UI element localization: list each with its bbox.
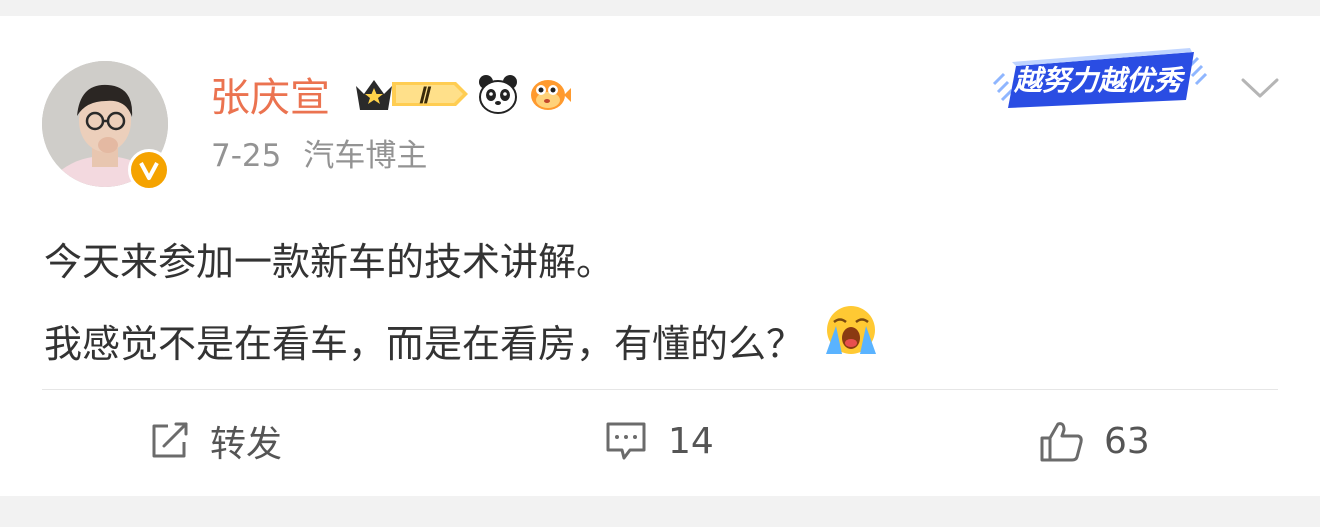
slogan-badge: 越努力越优秀 — [990, 44, 1210, 118]
verified-v-icon — [128, 149, 170, 191]
like-count: 63 — [1104, 420, 1150, 462]
repost-button[interactable]: 转发 — [148, 416, 282, 466]
comment-button[interactable]: 14 — [604, 416, 714, 466]
comment-count: 14 — [668, 420, 714, 462]
crown-level-badge[interactable]: Ⅱ — [352, 72, 470, 120]
pufferfish-icon[interactable] — [526, 72, 572, 120]
author-tag: 汽车博主 — [303, 138, 428, 174]
content-line-1: 今天来参加一款新车的技术讲解。 — [44, 240, 615, 284]
author-name[interactable]: 张庆宣 — [210, 74, 330, 122]
content-line-2: 我感觉不是在看车，而是在看房，有懂的么？ — [44, 321, 805, 366]
post-date: 7-25 — [211, 138, 282, 174]
post-content: 今天来参加一款新车的技术讲解。 我感觉不是在看车，而是在看房，有懂的么？ — [44, 222, 882, 385]
thumbs-up-icon — [1040, 422, 1083, 462]
chevron-down-icon[interactable] — [1240, 76, 1280, 106]
panda-icon[interactable] — [476, 72, 520, 120]
repost-label: 转发 — [210, 424, 283, 465]
crying-emoji-icon — [820, 302, 882, 385]
post-card: 张庆宣 Ⅱ 7-25 汽车博主 越努力越优秀 今天来参加一款新车的技术讲解。 我… — [0, 16, 1320, 496]
comment-icon — [606, 422, 646, 460]
divider — [42, 389, 1278, 390]
author-badges: Ⅱ — [352, 74, 572, 118]
slogan-text: 越努力越优秀 — [1013, 64, 1186, 97]
post-meta: 7-25 汽车博主 — [211, 136, 427, 176]
repost-icon — [152, 422, 188, 458]
like-button[interactable]: 63 — [1038, 416, 1150, 466]
